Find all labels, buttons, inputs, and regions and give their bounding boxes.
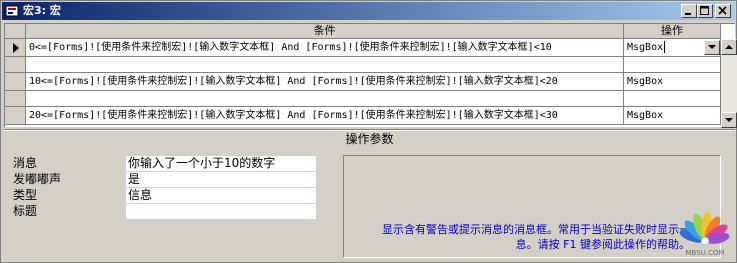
text-cursor [664,41,666,53]
watermark-logo: MBSU.COM [677,203,733,261]
row-selector[interactable] [5,57,26,73]
argument-label: 标题 [13,204,38,218]
vertical-scrollbar[interactable] [721,39,737,128]
column-header-condition[interactable]: 条件 [26,24,624,39]
argument-label: 发嘟嘟声 [13,172,62,186]
empty-condition-cell[interactable] [26,91,624,107]
action-dropdown-button[interactable] [704,40,720,55]
empty-action-cell[interactable] [624,57,721,73]
close-icon [718,6,727,15]
condition-cell[interactable]: 10<=[Forms]![使用条件来控制宏]![输入数字文本框] And [Fo… [26,73,624,91]
arrow-up-icon [725,45,733,49]
row-selector[interactable] [5,91,26,107]
title-field[interactable] [126,204,316,219]
divider [4,129,735,131]
argument-row-title: 标题 [4,204,338,219]
argument-label: 消息 [13,156,38,170]
argument-row-message: 消息 你输入了一个小于10的数字 [4,156,338,171]
help-text-line: 息。请按 F1 键参阅此操作的帮助。 [515,238,690,251]
argument-row-beep: 发嘟嘟声 是 [4,172,338,187]
column-header-action[interactable]: 操作 [624,24,721,39]
action-cell[interactable]: MsgBox [624,107,721,125]
help-panel: 显示含有警告或提示消息的消息框。常用于当验证失败时显示一 息。请按 F1 键参阅… [343,155,721,258]
current-row-arrow-icon [13,43,19,53]
chevron-down-icon [708,45,716,49]
empty-action-cell[interactable] [624,91,721,107]
peacock-logo-icon [679,212,730,246]
maximize-icon [700,6,709,15]
row-selector[interactable] [5,107,26,125]
maximize-button[interactable] [697,4,713,18]
arrow-down-icon [725,118,733,122]
message-field[interactable]: 你输入了一个小于10的数字 [126,156,316,171]
scroll-down-button[interactable] [721,112,737,128]
argument-row-type: 类型 信息 [4,188,338,203]
type-field[interactable]: 信息 [126,188,316,203]
minimize-button[interactable] [681,4,697,18]
action-arguments-panel: 消息 你输入了一个小于10的数字 发嘟嘟声 是 类型 信息 标题 [4,148,338,260]
help-text-line: 显示含有警告或提示消息的消息框。常用于当验证失败时显示一 [382,223,690,236]
macro-icon [5,5,19,17]
close-button[interactable] [715,4,731,18]
action-value: MsgBox [627,42,664,53]
watermark-text: MBSU.COM [685,249,725,257]
beep-field[interactable]: 是 [126,172,316,187]
condition-cell[interactable]: 0<=[Forms]![使用条件来控制宏]![输入数字文本框] And [For… [26,39,624,57]
macro-window: 宏3: 宏 条件 操作 0<=[Forms]![使用条件来控制宏]![输入数字文… [0,0,737,263]
row-selector[interactable] [5,39,26,57]
argument-label: 类型 [13,188,38,202]
scroll-up-button[interactable] [721,39,737,55]
action-cell[interactable]: MsgBox [624,73,721,91]
grid-corner [5,24,26,39]
row-selector[interactable] [5,73,26,91]
title-bar[interactable]: 宏3: 宏 [2,2,735,20]
action-cell[interactable]: MsgBox [624,39,721,57]
window-title: 宏3: 宏 [23,4,61,17]
action-arguments-heading: 操作参数 [345,132,394,146]
empty-condition-cell[interactable] [26,57,624,73]
condition-cell[interactable]: 20<=[Forms]![使用条件来控制宏]![输入数字文本框] And [Fo… [26,107,624,125]
macro-grid: 条件 操作 0<=[Forms]![使用条件来控制宏]![输入数字文本框] An… [4,23,737,128]
help-text: 显示含有警告或提示消息的消息框。常用于当验证失败时显示一 息。请按 F1 键参阅… [350,222,690,252]
minimize-icon [685,13,691,15]
